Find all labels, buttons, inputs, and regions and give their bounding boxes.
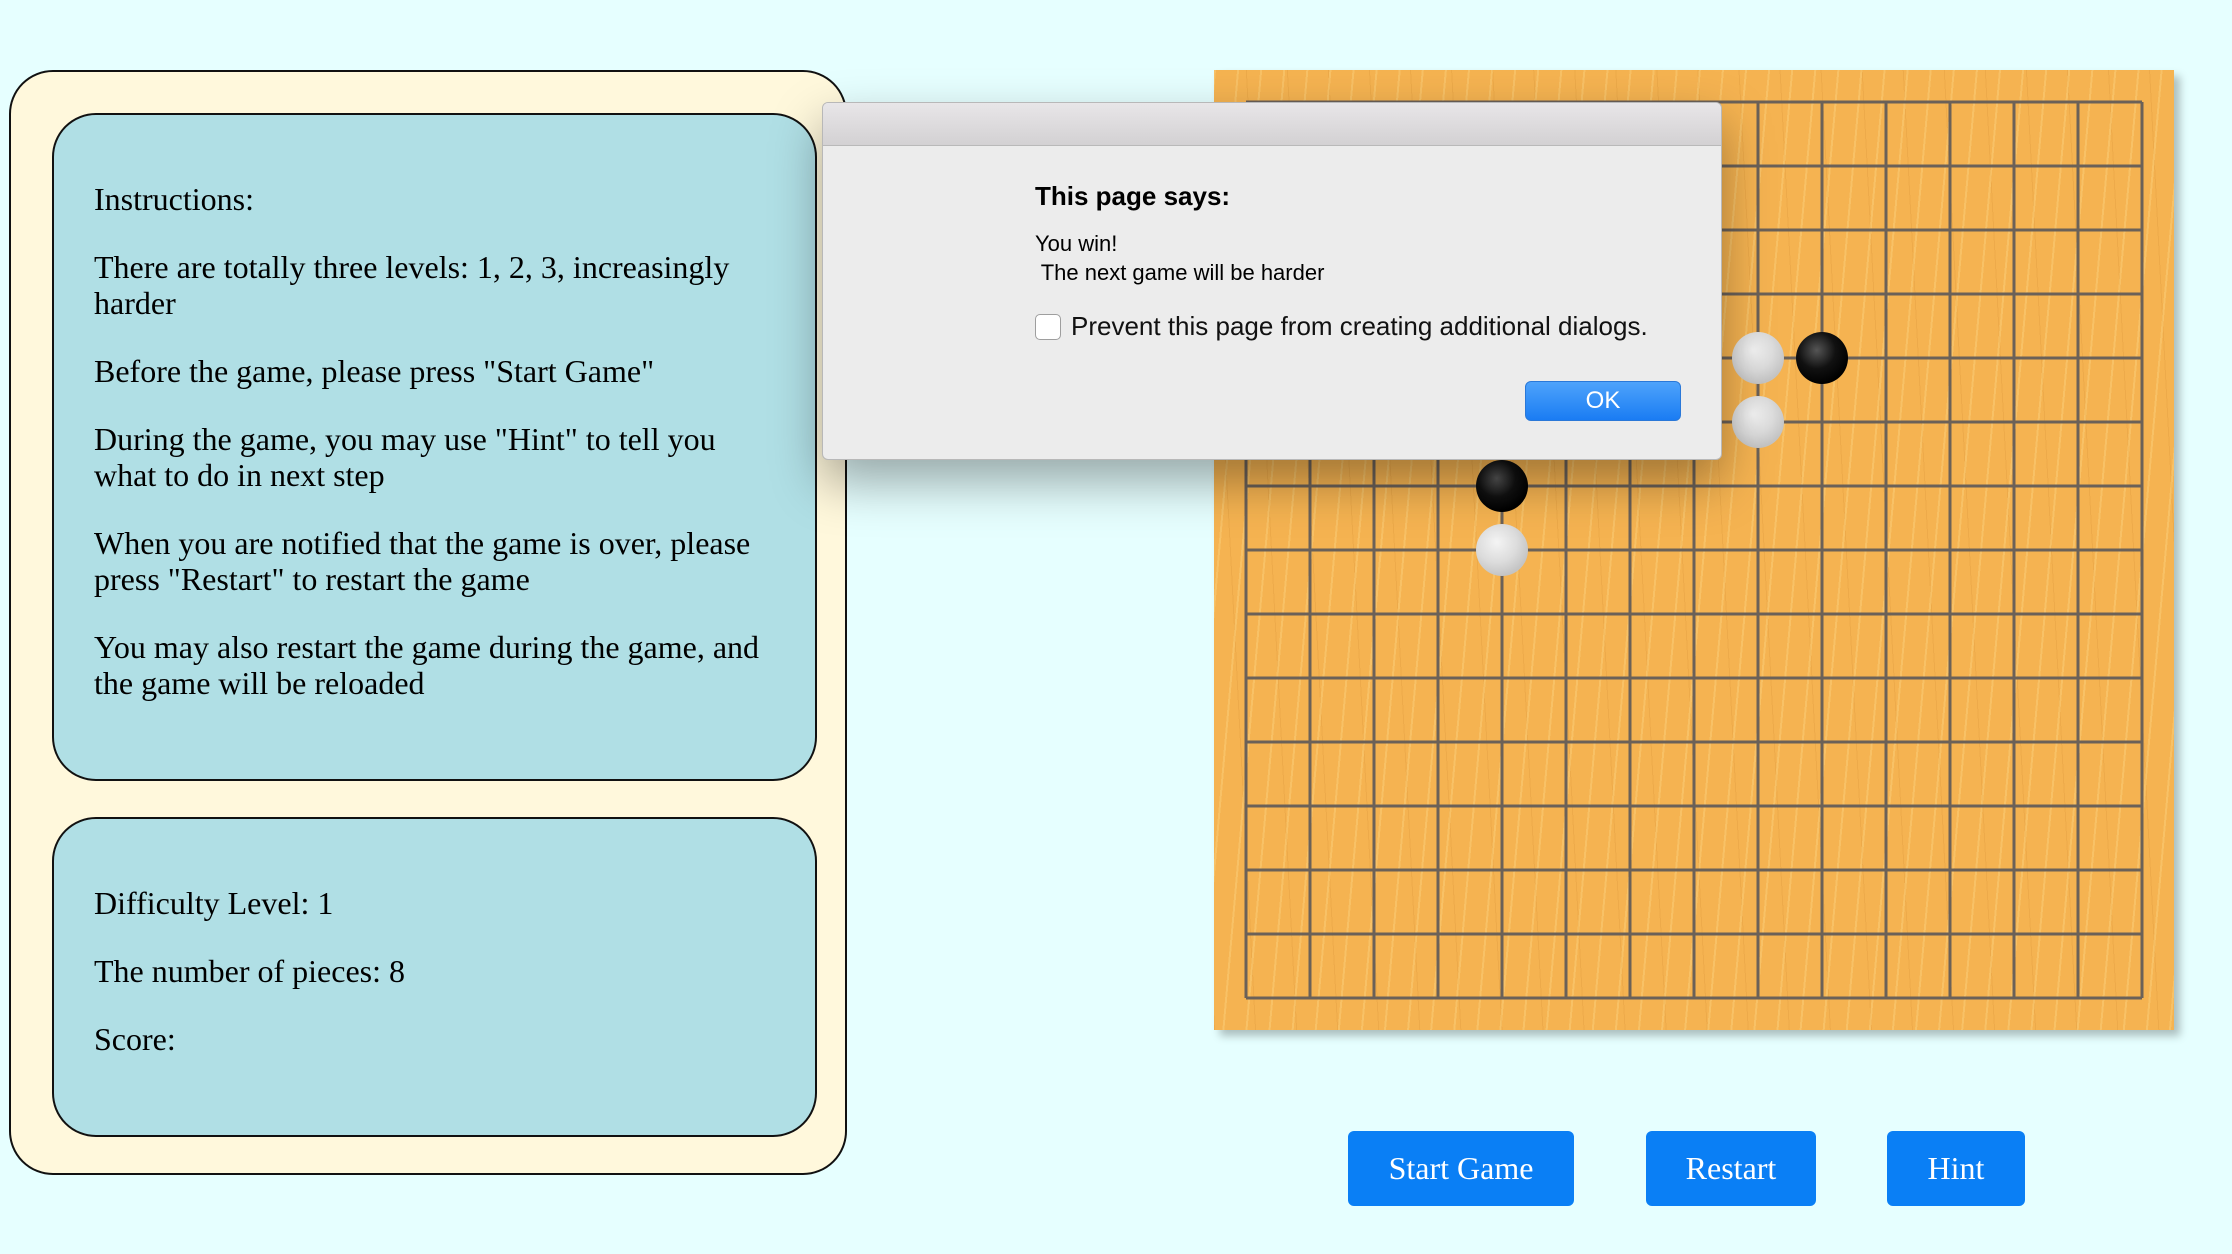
instruction-levels: There are totally three levels: 1, 2, 3,… xyxy=(94,249,730,321)
ok-button[interactable]: OK xyxy=(1525,381,1681,421)
white-stone xyxy=(1476,524,1528,576)
dialog-message: You win! The next game will be harder xyxy=(1035,231,1325,285)
instruction-start: Before the game, please press "Start Gam… xyxy=(94,353,655,389)
instruction-hint: During the game, you may use "Hint" to t… xyxy=(94,421,716,493)
instructions-heading: Instructions: xyxy=(94,181,254,217)
instruction-restart: When you are notified that the game is o… xyxy=(94,525,751,597)
dialog-heading: This page says: xyxy=(1035,181,1231,211)
alert-dialog: This page says: You win! The next game w… xyxy=(822,102,1722,460)
game-page: Instructions: There are totally three le… xyxy=(0,0,2232,1254)
score-label: Score: xyxy=(94,1021,176,1057)
dialog-titlebar[interactable] xyxy=(823,103,1721,146)
hint-button[interactable]: Hint xyxy=(1887,1131,2025,1206)
start-game-button[interactable]: Start Game xyxy=(1348,1131,1574,1206)
white-stone xyxy=(1732,396,1784,448)
difficulty-level: Difficulty Level: 1 xyxy=(94,885,334,921)
prevent-dialogs-checkbox[interactable] xyxy=(1035,313,1061,340)
prevent-dialogs-option[interactable]: Prevent this page from creating addition… xyxy=(1035,311,1648,342)
black-stone xyxy=(1796,332,1848,384)
status-card: Difficulty Level: 1 The number of pieces… xyxy=(52,817,817,1137)
restart-button[interactable]: Restart xyxy=(1646,1131,1816,1206)
instructions-card: Instructions: There are totally three le… xyxy=(52,113,817,781)
prevent-dialogs-label[interactable]: Prevent this page from creating addition… xyxy=(1071,311,1648,342)
instruction-reload: You may also restart the game during the… xyxy=(94,629,760,701)
black-stone xyxy=(1476,460,1528,512)
white-stone xyxy=(1732,332,1784,384)
piece-count: The number of pieces: 8 xyxy=(94,953,405,989)
info-panel: Instructions: There are totally three le… xyxy=(9,70,847,1175)
